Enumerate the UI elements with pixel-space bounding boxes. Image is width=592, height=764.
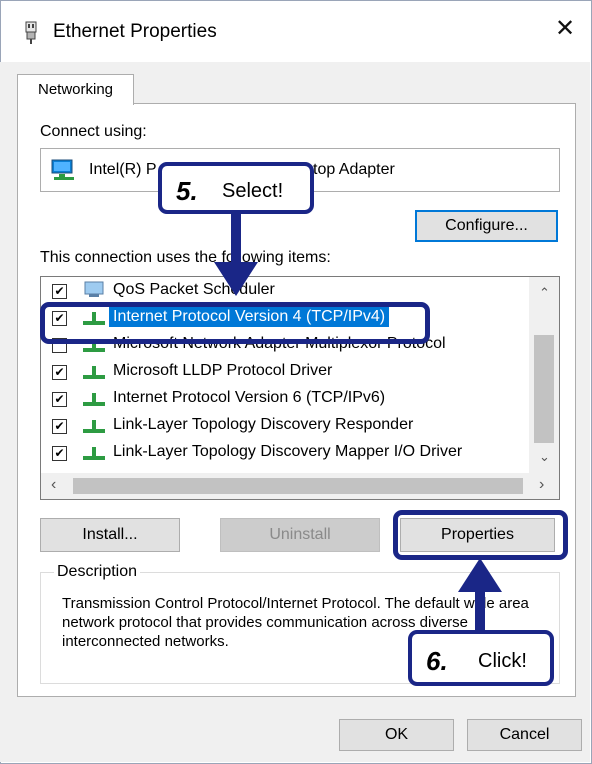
step-5-number: 5. — [176, 176, 198, 206]
step-5-text: Select! — [222, 180, 284, 202]
step-5-callout: 5. Select! — [158, 162, 314, 214]
down-arrow-icon — [214, 214, 258, 296]
up-arrow-icon — [458, 558, 502, 634]
step-6-text: Click! — [478, 650, 527, 672]
tab-networking[interactable]: Networking — [17, 74, 134, 105]
step-6-number: 6. — [426, 646, 448, 676]
step-6-callout: 6. Click! — [408, 630, 554, 686]
